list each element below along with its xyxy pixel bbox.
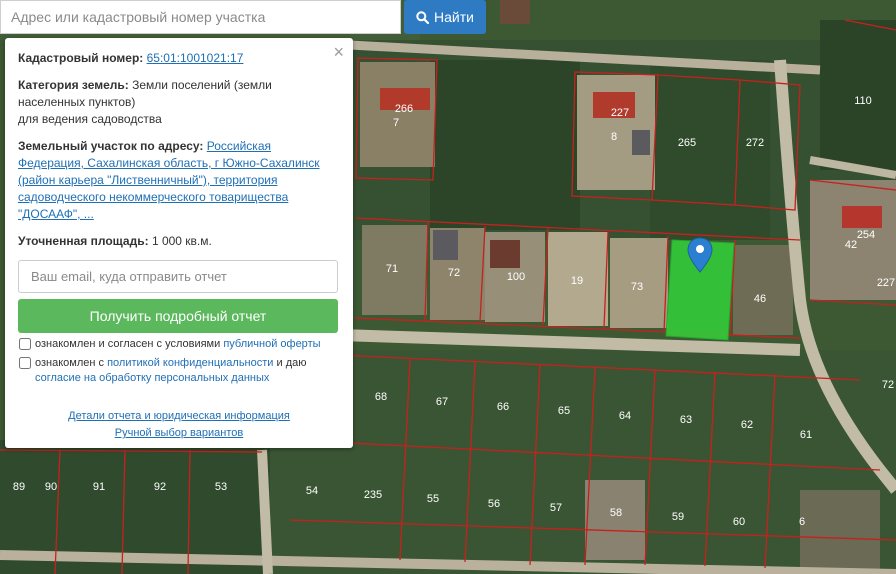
plot-number: 6 [799,516,805,528]
plot-number: 100 [507,271,525,283]
area-row: Уточненная площадь: 1 000 кв.м. [18,233,340,250]
plot-number: 42 [845,239,857,251]
plot-number: 72 [882,379,894,391]
search-button-label: Найти [434,9,474,25]
category-use: для ведения садоводства [18,112,162,126]
plot-number: 91 [93,481,105,493]
consent-offer: ознакомлен и согласен с условиями публич… [18,337,340,352]
plot-number: 72 [448,267,460,279]
plot-number: 66 [497,401,509,413]
plot-number: 71 [386,263,398,275]
plot-number: 92 [154,481,166,493]
search-box [0,0,401,34]
plot-number: 8 [611,131,617,143]
plot-number: 67 [436,396,448,408]
area-label: Уточненная площадь: [18,234,149,248]
category-row: Категория земель: Земли поселений (земли… [18,77,340,128]
search-input[interactable] [1,1,400,33]
consent2-text: ознакомлен с [35,357,105,369]
plot-number: 54 [306,485,318,497]
plot-number: 53 [215,481,227,493]
plot-number: 7 [393,117,399,129]
plot-number: 19 [571,275,583,287]
address-label: Земельный участок по адресу: [18,139,204,153]
manual-select-link[interactable]: Ручной выбор вариантов [18,425,340,442]
plot-number: 65 [558,405,570,417]
consent2-mid: и даю [276,357,307,369]
close-icon[interactable]: × [333,43,344,61]
personal-data-link[interactable]: согласие на обработку персональных данны… [35,372,269,384]
plot-number: 235 [364,489,382,501]
address-row: Земельный участок по адресу: Российская … [18,138,340,223]
offer-link[interactable]: публичной оферты [223,338,320,350]
plot-number: 227 [611,107,629,119]
plot-number: 73 [631,281,643,293]
footer-links: Детали отчета и юридическая информация Р… [18,408,340,442]
plot-number: 63 [680,414,692,426]
plot-number: 89 [13,481,25,493]
cadastral-label: Кадастровый номер: [18,51,144,65]
plot-number: 272 [746,137,764,149]
plot-number: 110 [854,95,872,107]
plot-number: 266 [395,103,413,115]
search-icon [416,10,430,24]
plot-number: 61 [800,429,812,441]
plot-number: 57 [550,502,562,514]
plot-number: 227 [877,277,895,289]
consent1-text: ознакомлен и согласен с условиями [35,338,221,350]
plot-number: 59 [672,511,684,523]
consent-privacy: ознакомлен с политикой конфиденциальност… [18,356,340,386]
plot-number: 58 [610,507,622,519]
plot-number: 254 [857,229,875,241]
offer-checkbox[interactable] [19,338,31,350]
email-field[interactable] [18,260,338,293]
get-report-button[interactable]: Получить подробный отчет [18,299,338,333]
plot-number: 68 [375,391,387,403]
plot-number: 55 [427,493,439,505]
plot-number: 265 [678,137,696,149]
plot-number: 62 [741,419,753,431]
plot-number: 46 [754,293,766,305]
plot-number: 60 [733,516,745,528]
plot-number: 56 [488,498,500,510]
plot-number: 90 [45,481,57,493]
area-value: 1 000 кв.м. [151,234,212,248]
category-label: Категория земель: [18,78,129,92]
cadastral-number-link[interactable]: 65:01:1001021:17 [147,51,244,65]
privacy-link[interactable]: политикой конфиденциальности [107,357,273,369]
privacy-checkbox[interactable] [19,357,31,369]
info-panel: × Кадастровый номер: 65:01:1001021:17 Ка… [5,38,353,448]
cadastral-row: Кадастровый номер: 65:01:1001021:17 [18,50,340,67]
plot-number: 64 [619,410,631,422]
details-link[interactable]: Детали отчета и юридическая информация [18,408,340,425]
search-button[interactable]: Найти [404,0,486,34]
